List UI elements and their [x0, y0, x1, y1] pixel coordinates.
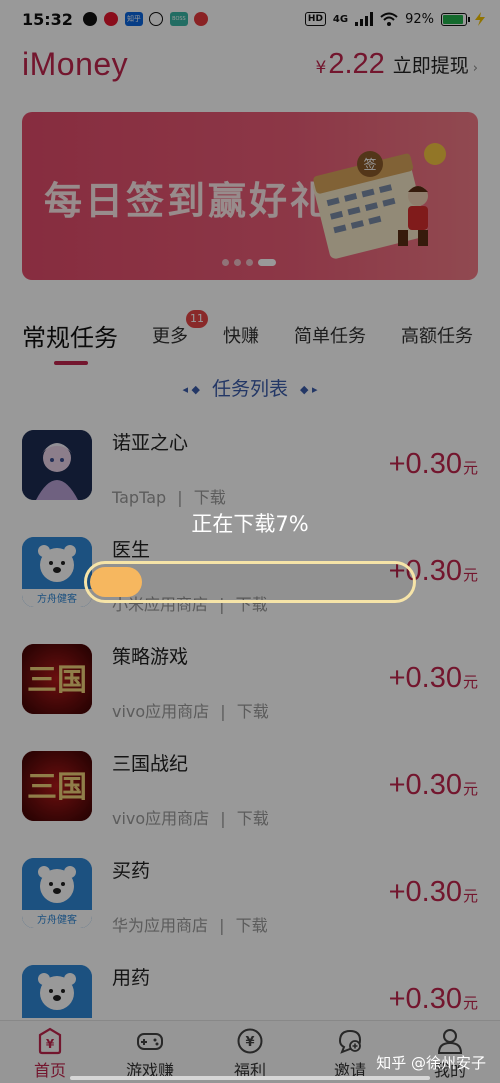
download-progress-bar — [84, 561, 416, 603]
modal-overlay — [0, 0, 500, 1083]
watermark: 知乎 @徐州安子 — [376, 1054, 486, 1072]
progress-fill — [90, 567, 142, 597]
download-status-text: 正在下载7% — [191, 512, 309, 536]
home-indicator[interactable] — [70, 1076, 430, 1080]
